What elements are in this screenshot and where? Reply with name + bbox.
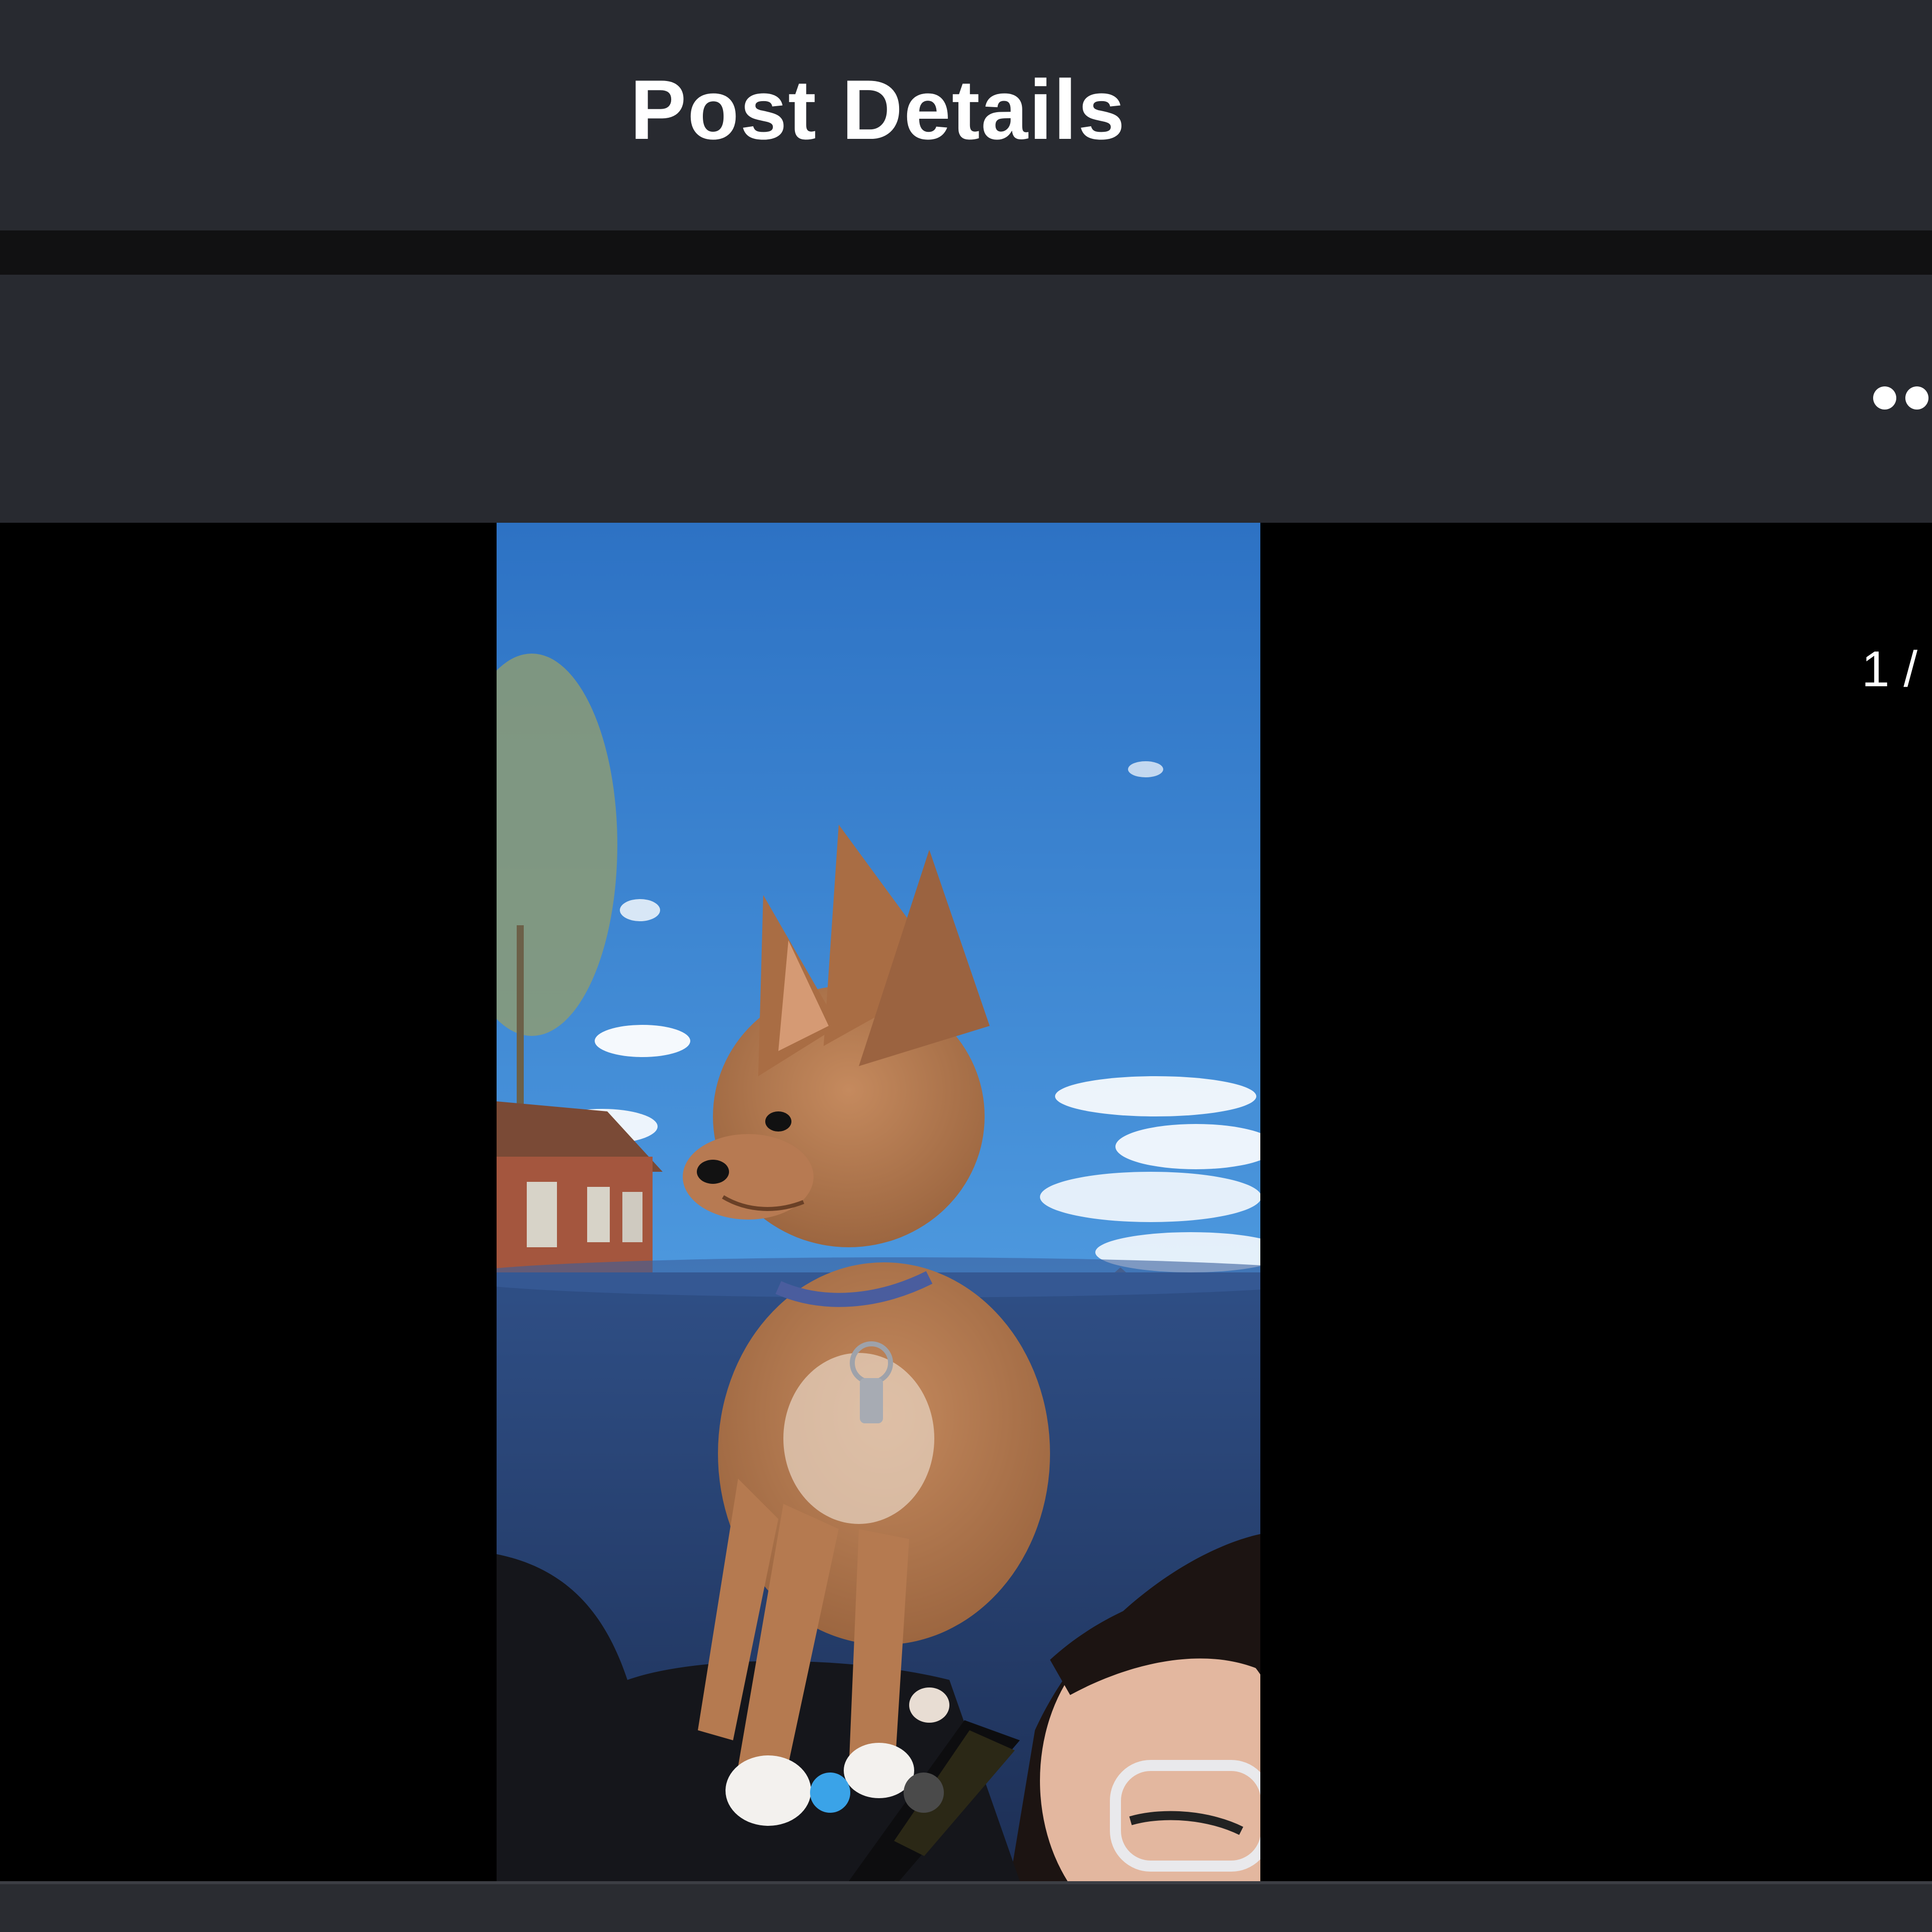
header-divider: [0, 230, 1932, 275]
post-author-bar: [0, 275, 1932, 523]
more-horizontal-icon: [1873, 386, 1896, 410]
dog-with-person-photo: [497, 523, 1260, 1881]
post-photo[interactable]: [497, 523, 1260, 1881]
carousel-dot-inactive[interactable]: [904, 1773, 944, 1813]
page-title: Post Details: [630, 62, 1126, 157]
carousel-dot-active[interactable]: [810, 1773, 850, 1813]
app-header: Post Details: [0, 0, 1932, 230]
more-options-button[interactable]: [1862, 372, 1932, 423]
bottom-bar: [0, 1881, 1932, 1932]
page-counter: 1 /: [1862, 641, 1918, 697]
more-horizontal-icon-dot: [1905, 386, 1928, 410]
